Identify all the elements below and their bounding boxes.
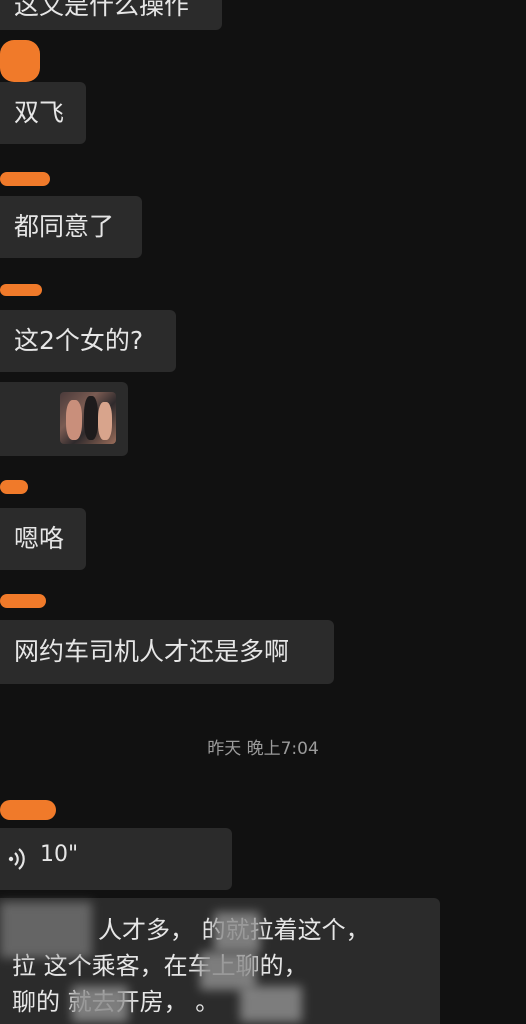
redaction-blur <box>214 912 260 952</box>
redaction-mark <box>0 172 50 186</box>
message-bubble[interactable]: 这2个女的? <box>0 310 176 372</box>
redaction-mark <box>0 480 28 494</box>
message-text: 双飞 <box>14 98 65 127</box>
image-thumbnail[interactable] <box>60 392 116 444</box>
message-text: 网约车司机人才还是多啊 <box>14 637 290 666</box>
redaction-blur <box>0 902 92 958</box>
redaction-mark <box>0 284 42 296</box>
message-bubble[interactable]: 嗯咯 <box>0 508 86 570</box>
redaction-mark <box>0 40 40 82</box>
message-bubble[interactable]: 都同意了 <box>0 196 142 258</box>
thumbnail-figure <box>98 402 112 440</box>
redaction-blur <box>240 986 302 1022</box>
message-text: 都同意了 <box>14 212 115 241</box>
thumbnail-figure <box>66 400 82 440</box>
thumbnail-figure <box>84 396 98 440</box>
redaction-blur <box>72 986 128 1022</box>
voice-wave-icon <box>8 848 25 870</box>
message-bubble[interactable]: 网约车司机人才还是多啊 <box>0 620 334 684</box>
message-bubble[interactable]: 双飞 <box>0 82 86 144</box>
voice-message-bubble[interactable]: 10" <box>0 828 232 890</box>
message-text: 嗯咯 <box>14 524 65 553</box>
voice-duration: 10" <box>40 842 79 867</box>
message-text: 这又是什么操作 <box>14 0 190 20</box>
redaction-mark <box>0 800 56 820</box>
redaction-blur <box>200 952 256 990</box>
timestamp: 昨天 晚上7:04 <box>207 739 319 759</box>
message-bubble[interactable]: 这又是什么操作 <box>0 0 222 30</box>
message-text: 这2个女的? <box>14 326 144 355</box>
redaction-mark <box>0 594 46 608</box>
